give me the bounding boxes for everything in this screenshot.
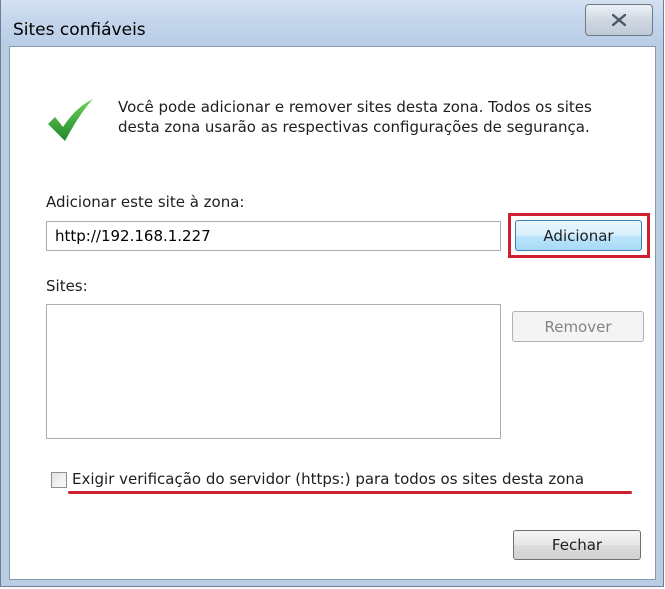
title-bar: Sites confiáveis: [1, 0, 663, 46]
add-button[interactable]: Adicionar: [515, 220, 642, 251]
remove-button[interactable]: Remover: [512, 311, 644, 342]
https-label-underline-mark: [68, 491, 632, 494]
trusted-sites-dialog: Sites confiáveis Você pode adicionar e r…: [0, 0, 664, 587]
window-title: Sites confiáveis: [13, 20, 146, 40]
close-icon: [612, 14, 626, 26]
checkmark-icon: [48, 99, 93, 141]
https-checkbox[interactable]: [51, 472, 67, 488]
add-site-label: Adicionar este site à zona:: [46, 193, 245, 211]
window-close-button[interactable]: [585, 4, 653, 36]
site-url-input[interactable]: [46, 221, 501, 251]
intro-text: Você pode adicionar e remover sites dest…: [118, 98, 592, 136]
sites-list[interactable]: [46, 304, 501, 439]
close-button[interactable]: Fechar: [513, 530, 641, 560]
sites-label: Sites:: [46, 277, 88, 295]
dialog-content: Você pode adicionar e remover sites dest…: [9, 46, 656, 580]
https-checkbox-label[interactable]: Exigir verificação do servidor (https:) …: [72, 470, 584, 488]
